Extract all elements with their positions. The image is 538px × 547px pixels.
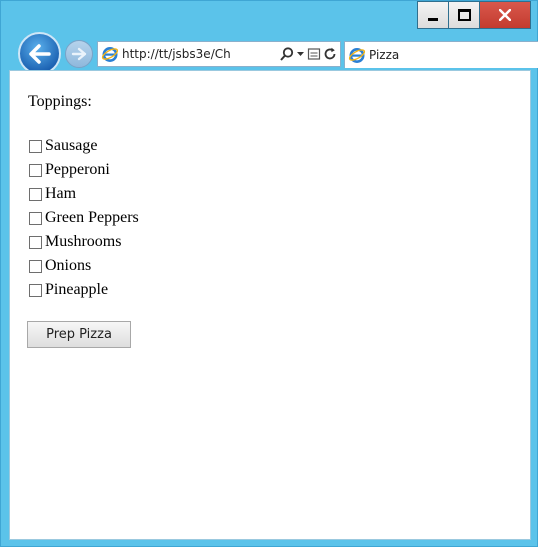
topping-label: Sausage — [45, 137, 98, 154]
topping-item[interactable]: Pepperoni — [29, 158, 139, 182]
address-url: http://tt/jsbs3e/Ch — [122, 47, 231, 61]
topping-item[interactable]: Pineapple — [29, 278, 139, 302]
topping-item[interactable]: Onions — [29, 254, 139, 278]
topping-checkbox[interactable] — [29, 283, 42, 297]
tab-title: Pizza — [369, 48, 400, 62]
page-content: Toppings: Sausage Pepperoni Ham Green Pe… — [9, 70, 531, 540]
topping-label: Onions — [45, 257, 92, 274]
dropdown-icon[interactable] — [296, 47, 305, 61]
close-button[interactable] — [479, 1, 531, 29]
address-bar[interactable]: http://tt/jsbs3e/Ch — [97, 41, 341, 67]
close-icon — [499, 9, 511, 21]
topping-item[interactable]: Ham — [29, 182, 139, 206]
minimize-icon — [428, 18, 438, 21]
topping-label: Pepperoni — [45, 161, 110, 178]
maximize-button[interactable] — [448, 1, 479, 29]
toppings-list: Sausage Pepperoni Ham Green Peppers Mush… — [29, 134, 139, 302]
topping-label: Green Peppers — [45, 209, 139, 226]
topping-item[interactable]: Green Peppers — [29, 206, 139, 230]
ie-logo-icon — [101, 47, 119, 62]
minimize-button[interactable] — [417, 1, 448, 29]
forward-button[interactable] — [65, 40, 93, 68]
topping-label: Pineapple — [45, 281, 109, 298]
topping-checkbox[interactable] — [29, 139, 42, 153]
topping-item[interactable]: Mushrooms — [29, 230, 139, 254]
refresh-icon[interactable] — [323, 47, 337, 61]
toppings-heading: Toppings: — [28, 93, 92, 110]
topping-checkbox[interactable] — [29, 259, 42, 273]
topping-checkbox[interactable] — [29, 211, 42, 225]
browser-window: http://tt/jsbs3e/Ch Pizza Toppings: Saus… — [0, 0, 538, 547]
prep-pizza-button[interactable]: Prep Pizza — [27, 321, 131, 348]
ie-logo-icon — [348, 48, 366, 63]
compatibility-icon[interactable] — [307, 47, 321, 61]
topping-checkbox[interactable] — [29, 235, 42, 249]
back-arrow-icon — [28, 43, 51, 64]
topping-checkbox[interactable] — [29, 163, 42, 177]
topping-label: Mushrooms — [45, 233, 122, 250]
forward-arrow-icon — [71, 47, 87, 61]
topping-label: Ham — [45, 185, 77, 202]
tab-pizza[interactable]: Pizza — [344, 41, 538, 68]
search-icon[interactable] — [280, 47, 294, 61]
back-button[interactable] — [18, 32, 61, 75]
topping-checkbox[interactable] — [29, 187, 42, 201]
maximize-icon — [457, 9, 471, 21]
topping-item[interactable]: Sausage — [29, 134, 139, 158]
